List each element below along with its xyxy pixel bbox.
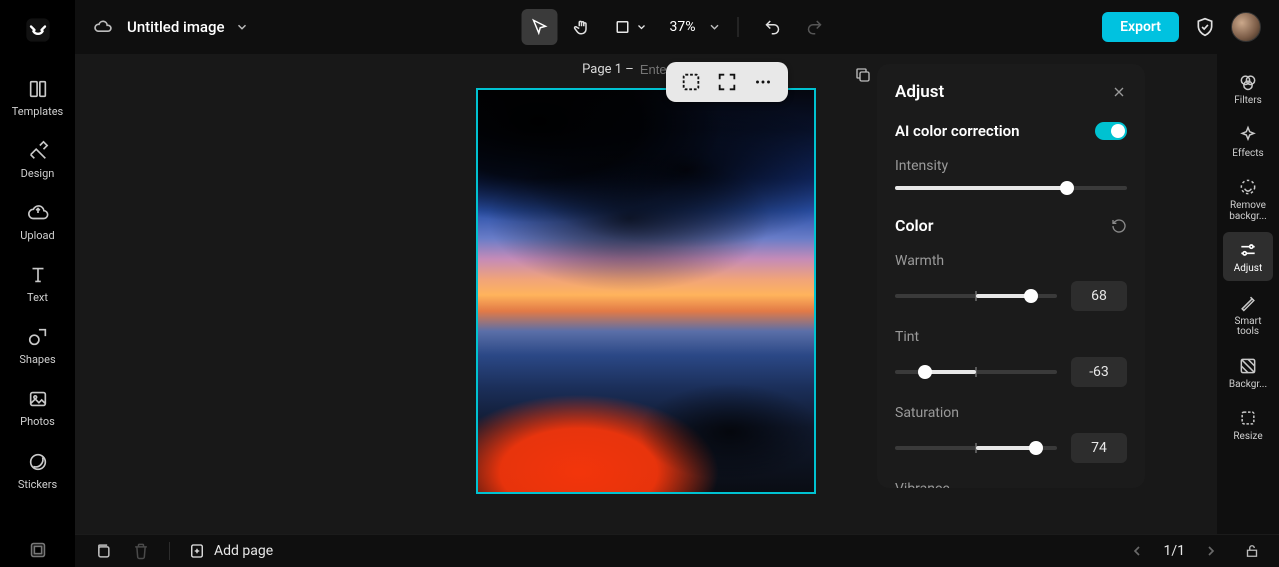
right-item-effects[interactable]: Effects [1223,117,1273,166]
left-rail: Templates Design Upload Text Shapes Phot… [0,0,75,567]
tint-label: Tint [895,329,1127,345]
sidebar-item-templates[interactable]: Templates [0,66,75,128]
right-item-background[interactable]: Backgr... [1223,348,1273,397]
close-icon[interactable] [1111,84,1127,100]
shield-icon[interactable] [1195,17,1215,37]
add-page-label: Add page [214,543,273,559]
next-page-icon[interactable] [1203,543,1219,559]
saturation-slider[interactable] [895,446,1057,450]
adjust-panel: Adjust AI color correction Intensity Col… [877,64,1145,488]
canvas-frame[interactable] [476,88,816,494]
right-item-adjust[interactable]: Adjust [1223,232,1273,281]
canvas-image[interactable] [478,90,814,492]
topbar-right: Export [1102,12,1261,42]
sidebar-label: Upload [20,230,54,242]
duplicate-page-icon[interactable] [854,66,872,84]
sidebar-item-shapes[interactable]: Shapes [0,314,75,376]
warmth-value[interactable]: 68 [1071,281,1127,311]
sidebar-item-text[interactable]: Text [0,252,75,314]
canvas-area: Page 1 – Adjust AI color correction [75,54,1217,534]
sidebar-item-stickers[interactable]: Stickers [0,439,75,501]
export-button[interactable]: Export [1102,12,1179,42]
select-tool-button[interactable] [522,9,558,45]
right-label: Remove backgr... [1223,201,1273,222]
prev-page-icon[interactable] [1129,543,1145,559]
file-title-chevron-icon[interactable] [235,20,249,34]
hand-tool-button[interactable] [564,9,600,45]
bottombar: Add page 1/1 [75,534,1279,567]
sidebar-item-upload[interactable]: Upload [0,190,75,252]
topbar-center-tools: 37% [522,9,833,45]
crop-tool-button[interactable] [606,9,656,45]
right-label: Smart tools [1223,317,1273,338]
divider [738,17,739,37]
lock-icon[interactable] [1243,542,1261,560]
zoom-chevron-icon[interactable] [708,20,722,34]
selection-tool-icon[interactable] [680,71,702,93]
vibrance-label: Vibrance [895,481,1127,488]
page-counter: 1/1 [1129,543,1219,559]
sidebar-label: Stickers [18,479,57,491]
reset-color-icon[interactable] [1111,218,1127,234]
warmth-slider[interactable] [895,294,1057,298]
zoom-level[interactable]: 37% [670,19,696,35]
sidebar-label: Photos [20,416,55,428]
divider [169,542,170,560]
right-item-smart-tools[interactable]: Smart tools [1223,285,1273,344]
right-label: Effects [1232,149,1263,160]
sidebar-label: Shapes [19,354,55,366]
right-item-resize[interactable]: Resize [1223,400,1273,449]
saturation-label: Saturation [895,405,1127,421]
right-label: Backgr... [1229,380,1267,391]
tint-value[interactable]: -63 [1071,357,1127,387]
right-item-filters[interactable]: Filters [1223,64,1273,113]
ai-color-toggle[interactable] [1095,122,1127,140]
redo-button[interactable] [797,9,833,45]
sidebar-label: Design [21,168,55,180]
user-avatar[interactable] [1231,12,1261,42]
right-rail: Filters Effects Remove backgr... Adjust … [1217,54,1279,534]
right-label: Resize [1233,432,1262,443]
color-section-title: Color [895,216,933,235]
floating-toolbar [666,62,788,102]
ai-color-label: AI color correction [895,122,1020,140]
file-title[interactable]: Untitled image [127,18,225,36]
sidebar-item-design[interactable]: Design [0,128,75,190]
undo-button[interactable] [755,9,791,45]
panel-title: Adjust [895,82,944,102]
app-logo[interactable] [18,10,58,50]
pages-overview-icon[interactable] [93,541,113,561]
cloud-sync-icon[interactable] [93,17,113,37]
intensity-label: Intensity [895,158,1127,174]
sidebar-label: Templates [12,106,63,118]
right-item-remove-bg[interactable]: Remove backgr... [1223,169,1273,228]
tint-slider[interactable] [895,370,1057,374]
right-label: Filters [1234,96,1262,107]
sidebar-label: Text [27,292,48,304]
topbar: Untitled image 37% Export [75,0,1279,54]
right-label: Adjust [1234,264,1263,275]
add-page-button[interactable]: Add page [188,542,273,560]
page-counter-text: 1/1 [1163,543,1185,559]
saturation-value[interactable]: 74 [1071,433,1127,463]
trash-icon [131,541,151,561]
intensity-slider[interactable] [895,186,1127,190]
more-icon[interactable] [752,71,774,93]
page-index-label: Page 1 – [582,62,634,77]
sidebar-item-frames[interactable] [0,527,75,567]
sidebar-item-photos[interactable]: Photos [0,376,75,438]
warmth-label: Warmth [895,253,1127,269]
expand-icon[interactable] [716,71,738,93]
